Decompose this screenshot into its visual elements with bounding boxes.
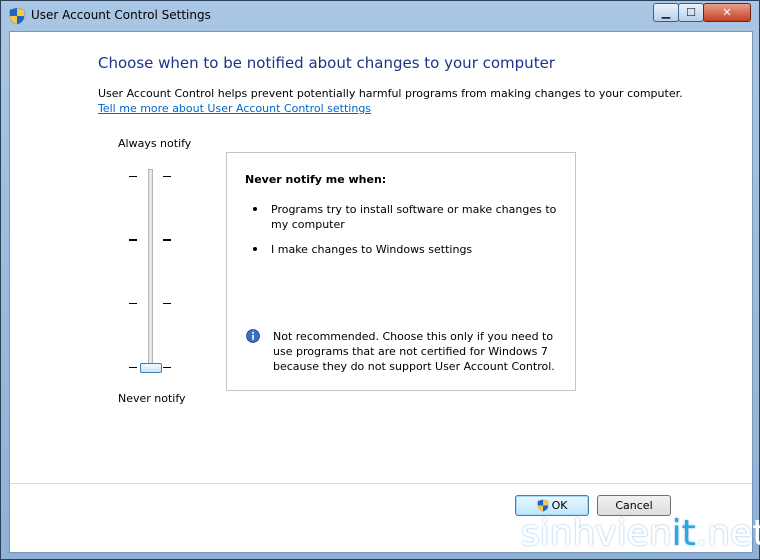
client-area: Choose when to be notified about changes… — [9, 31, 753, 553]
title-bar[interactable]: User Account Control Settings ▁ ☐ ✕ — [1, 1, 759, 31]
slider-tick — [129, 367, 137, 368]
slider-tick — [163, 239, 171, 241]
slider-bottom-label: Never notify — [118, 392, 186, 405]
info-icon — [246, 329, 260, 343]
info-heading: Never notify me when: — [245, 173, 387, 186]
slider-track[interactable] — [148, 169, 153, 369]
window-title: User Account Control Settings — [31, 8, 211, 22]
minimize-button[interactable]: ▁ — [653, 3, 679, 22]
watermark-suffix: .net — [695, 513, 760, 554]
warning-note: Not recommended. Choose this only if you… — [273, 330, 555, 373]
uac-shield-icon — [9, 7, 25, 25]
slider-tick — [129, 303, 137, 304]
close-button[interactable]: ✕ — [703, 3, 751, 22]
maximize-button[interactable]: ☐ — [678, 3, 704, 22]
watermark-prefix: sinhvien — [521, 513, 672, 554]
page-title: Choose when to be notified about changes… — [98, 54, 555, 72]
learn-more-link[interactable]: Tell me more about User Account Control … — [98, 102, 371, 115]
slider-tick — [163, 303, 171, 304]
bullet-item: I make changes to Windows settings — [271, 243, 473, 256]
slider-top-label: Always notify — [118, 137, 192, 150]
description-text: User Account Control helps prevent poten… — [98, 87, 683, 100]
slider-tick — [163, 367, 171, 368]
bullet-dot — [253, 247, 257, 251]
slider-thumb[interactable] — [140, 363, 162, 373]
bullet-dot — [253, 207, 257, 211]
setting-description-box: Never notify me when: Programs try to in… — [226, 152, 576, 391]
uac-settings-window: User Account Control Settings ▁ ☐ ✕ Choo… — [0, 0, 760, 560]
watermark: sinhvienit.net — [521, 513, 760, 554]
bullet-item: Programs try to install software or make… — [271, 203, 557, 231]
slider-tick — [163, 176, 171, 177]
slider-tick — [129, 239, 137, 241]
uac-shield-icon — [537, 499, 548, 512]
footer-divider — [10, 483, 752, 484]
slider-tick — [129, 176, 137, 177]
watermark-accent: it — [671, 513, 696, 554]
